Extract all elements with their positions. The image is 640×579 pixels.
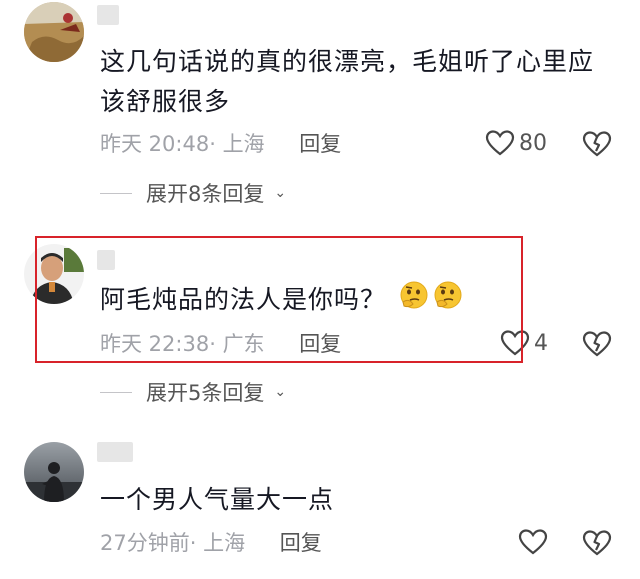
chevron-down-icon: ⌄: [274, 384, 287, 400]
reply-button[interactable]: 回复: [299, 332, 341, 356]
expand-replies-label: 展开8条回复: [146, 182, 265, 206]
expand-replies-button[interactable]: 展开8条回复 ⌄: [100, 178, 286, 208]
comment-text: 一个男人气量大一点: [100, 485, 335, 514]
comment-item: ■ 这几句话说的真的很漂亮，毛姐听了心里应该舒服很多 昨天 20:48· 上海 …: [0, 0, 640, 230]
avatar[interactable]: [24, 244, 84, 304]
comment-text-content: 阿毛炖品的法人是你吗？: [100, 285, 387, 314]
like-button[interactable]: 80: [485, 129, 547, 157]
comment-meta: 昨天 20:48· 上海 回复: [100, 132, 342, 156]
username[interactable]: ■: [97, 5, 119, 25]
heart-icon: [500, 330, 530, 356]
comment-item: ■ 阿毛炖品的法人是你吗？ 昨天 22:38· 广东 回: [0, 230, 640, 410]
comment-time: 昨天 20:48: [100, 132, 210, 156]
comment-location: 上海: [222, 132, 265, 156]
username[interactable]: ■: [97, 250, 115, 270]
comment-time: 昨天 22:38: [100, 332, 210, 356]
broken-heart-icon: [582, 530, 612, 556]
comment-location: 上海: [203, 531, 246, 555]
like-button[interactable]: [518, 528, 552, 556]
thinking-face-emoji: [399, 280, 429, 322]
comment-meta: 昨天 22:38· 广东 回复: [100, 332, 342, 356]
dislike-button[interactable]: [582, 529, 612, 557]
broken-heart-icon: [582, 331, 612, 357]
thinking-face-emoji: [433, 280, 463, 322]
avatar[interactable]: [24, 442, 84, 502]
broken-heart-icon: [582, 131, 612, 157]
like-button[interactable]: 4: [500, 329, 548, 357]
reply-button[interactable]: 回复: [280, 531, 322, 555]
comment-text: 阿毛炖品的法人是你吗？: [100, 280, 600, 322]
comment-time: 27分钟前: [100, 531, 190, 555]
reply-button[interactable]: 回复: [299, 132, 341, 156]
comment-meta: 27分钟前· 上海 回复: [100, 531, 322, 555]
divider: [100, 192, 132, 194]
like-count: 80: [519, 130, 547, 156]
dislike-button[interactable]: [582, 330, 612, 358]
avatar[interactable]: [24, 2, 84, 62]
expand-replies-button[interactable]: 展开5条回复 ⌄: [100, 377, 286, 407]
comment-item: ■ 一个男人气量大一点 27分钟前· 上海 回复: [0, 430, 640, 579]
username[interactable]: ■: [97, 442, 133, 462]
like-count: 4: [534, 330, 548, 356]
chevron-down-icon: ⌄: [274, 185, 287, 201]
comment-text: 这几句话说的真的很漂亮，毛姐听了心里应该舒服很多: [100, 47, 595, 116]
expand-replies-label: 展开5条回复: [146, 381, 265, 405]
dislike-button[interactable]: [582, 130, 612, 158]
heart-icon: [485, 130, 515, 156]
comment-location: 广东: [222, 332, 265, 356]
divider: [100, 391, 132, 393]
heart-icon: [518, 529, 548, 555]
